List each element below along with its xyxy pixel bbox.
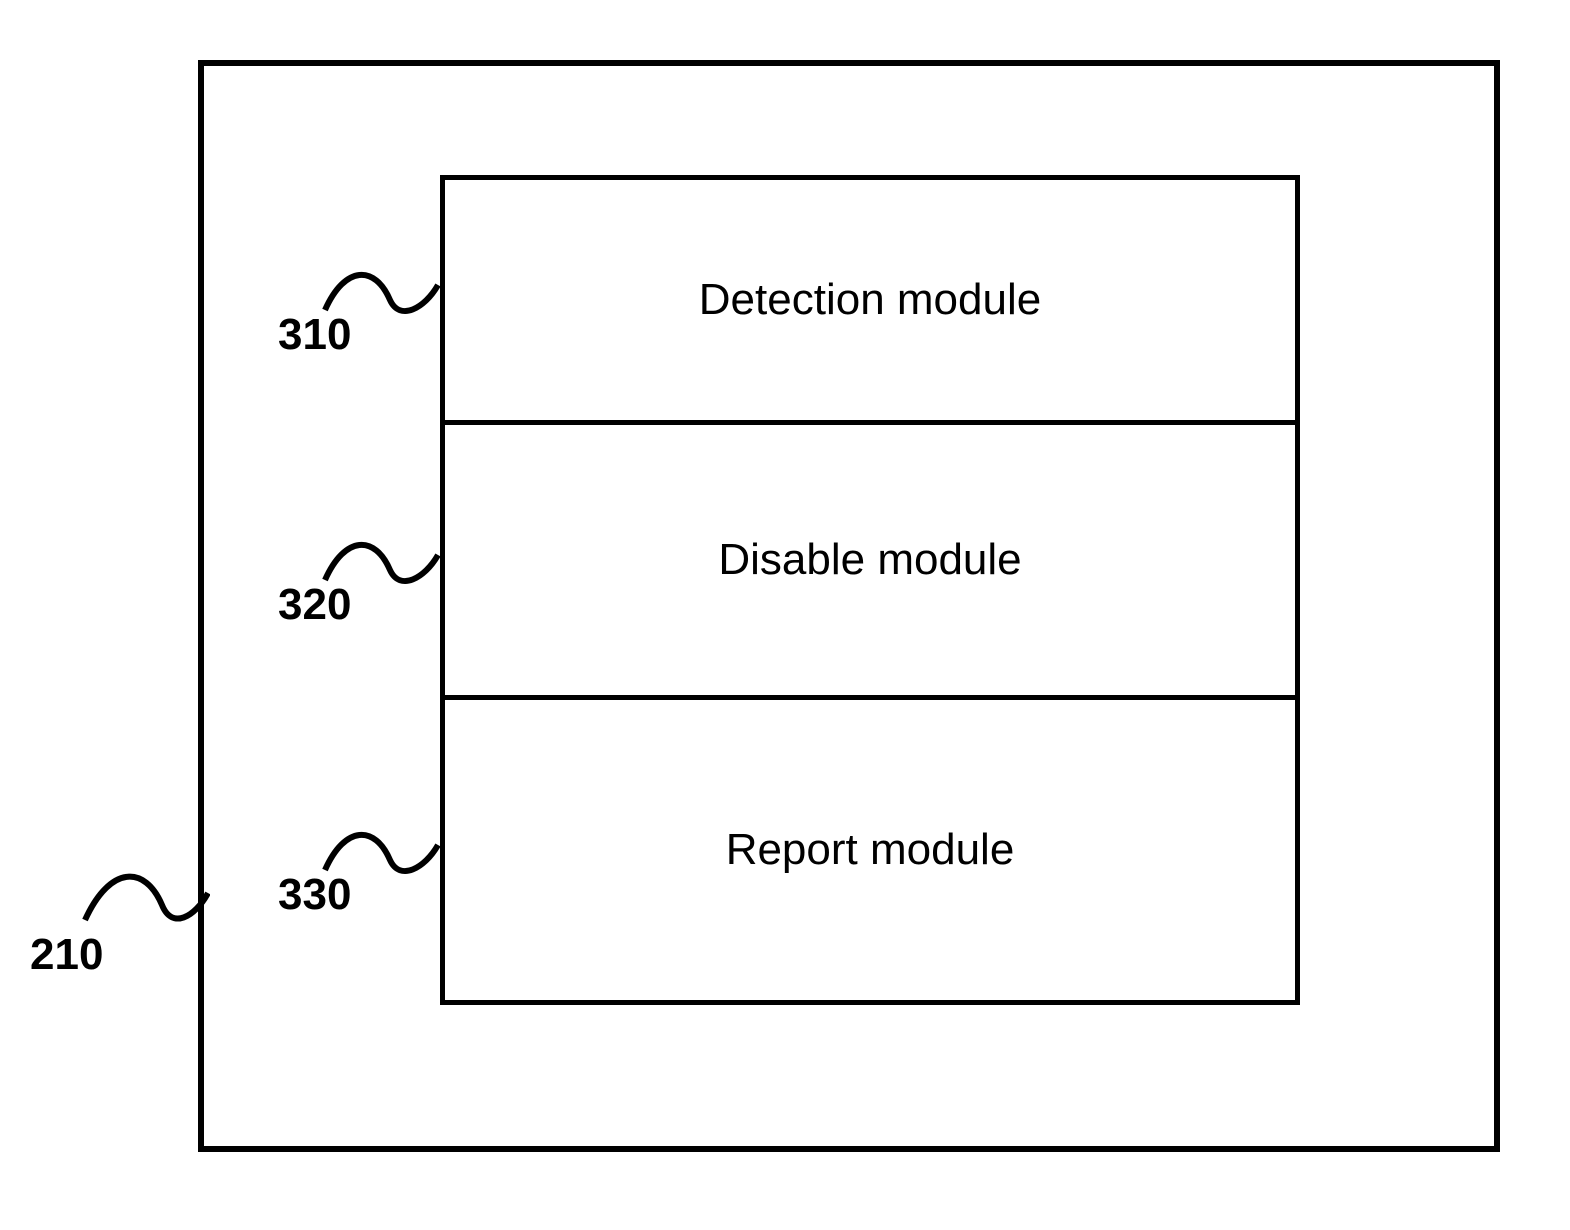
lead-line-210 bbox=[80, 855, 210, 935]
report-module-box: Report module bbox=[440, 695, 1300, 1005]
diagram-canvas: Detection module Disable module Report m… bbox=[0, 0, 1570, 1230]
report-module-label: Report module bbox=[726, 825, 1015, 875]
ref-320-label: 320 bbox=[278, 580, 351, 630]
detection-module-box: Detection module bbox=[440, 175, 1300, 425]
ref-310-label: 310 bbox=[278, 310, 351, 360]
ref-330-label: 330 bbox=[278, 870, 351, 920]
detection-module-label: Detection module bbox=[699, 275, 1041, 325]
ref-210-label: 210 bbox=[30, 930, 103, 980]
disable-module-box: Disable module bbox=[440, 420, 1300, 700]
disable-module-label: Disable module bbox=[718, 535, 1021, 585]
module-stack: Detection module Disable module Report m… bbox=[440, 175, 1300, 1005]
